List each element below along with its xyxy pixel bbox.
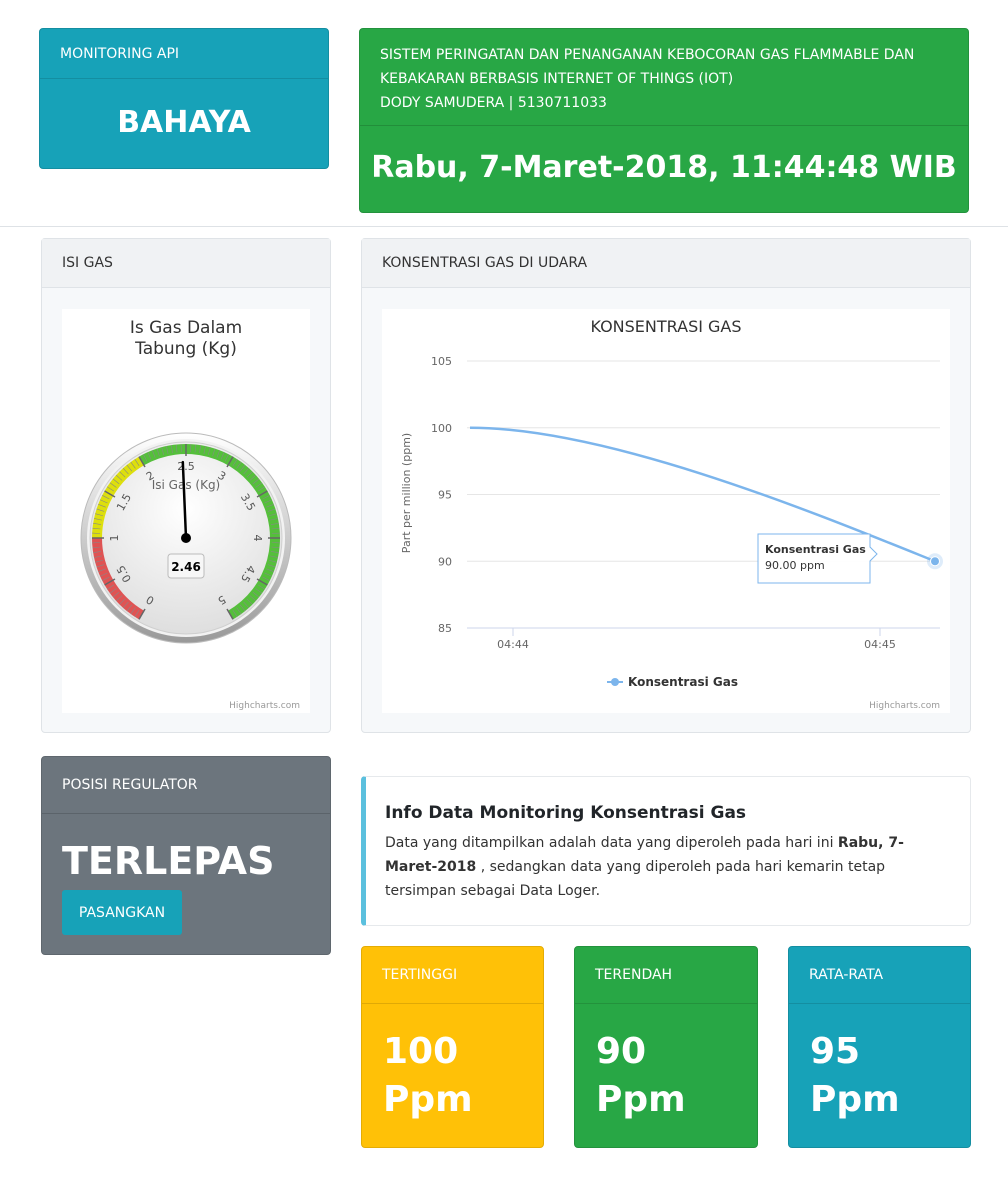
system-title-line-1: SISTEM PERINGATAN DAN PENANGANAN KEBOCOR… [380,47,915,63]
monitoring-api-header: MONITORING API [40,29,328,79]
author-line: DODY SAMUDERA | 5130711033 [380,95,607,111]
tooltip-value: 90.00 ppm [765,559,825,572]
info-callout: Info Data Monitoring Konsentrasi Gas Dat… [361,776,971,926]
gauge-tick-label: 1 [108,535,121,542]
konsentrasi-header: KONSENTRASI GAS DI UDARA [362,239,970,288]
stat-rata-rata-value: 95 [810,1031,861,1072]
monitoring-api-card: MONITORING API BAHAYA [39,28,329,169]
stat-tertinggi-card: TERTINGGI 100 Ppm [361,946,544,1148]
line-grid: 85 90 95 100 105 04:44 04:45 [431,355,940,651]
gauge-chart: Is Gas Dalam Tabung (Kg) 00.511.522.533.… [80,318,300,711]
stat-terendah-unit: Ppm [596,1079,686,1120]
current-datetime: Rabu, 7-Maret-2018, 11:44:48 WIB [371,150,957,185]
gauge-series-label: Isi Gas (Kg) [152,478,221,492]
chart-tooltip: Konsentrasi Gas 90.00 ppm [757,533,878,584]
legend-label[interactable]: Konsentrasi Gas [628,675,738,689]
y-tick-label: 90 [438,555,452,568]
x-tick-label: 04:45 [864,638,896,651]
regulator-header: POSISI REGULATOR [42,757,330,814]
system-title-line-2: KEBAKARAN BERBASIS INTERNET OF THINGS (I… [380,71,734,87]
gauge-credit[interactable]: Highcharts.com [229,701,300,711]
y-tick-label: 105 [431,355,452,368]
system-title-card: SISTEM PERINGATAN DAN PENANGANAN KEBOCOR… [359,28,969,213]
stat-rata-rata-card: RATA-RATA 95 Ppm [788,946,971,1148]
line-credit[interactable]: Highcharts.com [869,701,940,711]
regulator-card: POSISI REGULATOR TERLEPAS PASANGKAN [41,756,331,955]
line-chart-container: KONSENTRASI GAS 85 90 95 100 105 04:44 04:45 P… [382,309,950,713]
stat-rata-rata-unit: Ppm [810,1079,900,1120]
gauge-title-line-2: Tabung (Kg) [134,339,237,359]
stat-rata-rata-header: RATA-RATA [789,947,970,1004]
stat-terendah-value: 90 [596,1031,647,1072]
y-tick-label: 85 [438,622,452,635]
stat-terendah-value-block: 90 Ppm [575,1004,757,1124]
stat-rata-rata-value-block: 95 Ppm [789,1004,970,1124]
section-divider [0,226,1008,227]
info-title: Info Data Monitoring Konsentrasi Gas [385,803,747,823]
pasangkan-button[interactable]: PASANGKAN [62,890,182,935]
x-tick-label: 04:44 [497,638,529,651]
stat-tertinggi-header: TERTINGGI [362,947,543,1004]
info-text-start: Data yang ditampilkan adalah data yang d… [385,835,838,851]
gauge-value-label: 2.46 [171,560,201,574]
series-point[interactable] [930,556,940,567]
gauge-tick-label: 2.5 [177,460,195,473]
line-chart: KONSENTRASI GAS 85 90 95 100 105 04:44 04:45 P… [400,317,943,711]
gauge-title-line-1: Is Gas Dalam [130,318,242,338]
tooltip-title: Konsentrasi Gas [765,543,866,556]
regulator-status: TERLEPAS [62,839,275,883]
line-chart-title: KONSENTRASI GAS [590,317,741,336]
stat-tertinggi-unit: Ppm [383,1079,473,1120]
gauge-pivot [181,533,191,543]
stat-terendah-card: TERENDAH 90 Ppm [574,946,758,1148]
isi-gas-panel: ISI GAS Is Gas Dalam Tabung (Kg) 0 0.5 1 1.… [41,238,331,733]
monitoring-api-status: BAHAYA [117,105,251,140]
konsentrasi-panel: KONSENTRASI GAS DI UDARA KONSENTRASI GAS… [361,238,971,733]
system-title-lines: SISTEM PERINGATAN DAN PENANGANAN KEBOCOR… [360,29,968,126]
gauge-tick-label: 4 [251,535,264,542]
stat-tertinggi-value-block: 100 Ppm [362,1004,543,1124]
chart-legend[interactable]: Konsentrasi Gas [607,675,738,689]
y-tick-label: 95 [438,489,452,502]
y-tick-label: 100 [431,422,452,435]
stat-tertinggi-value: 100 [383,1031,459,1072]
info-text: Data yang ditampilkan adalah data yang d… [385,831,950,903]
stat-terendah-header: TERENDAH [575,947,757,1004]
y-axis-label: Part per million (ppm) [400,433,413,553]
gauge-chart-container: Is Gas Dalam Tabung (Kg) 0 0.5 1 1.5 2 2.5 3 3.… [62,309,310,713]
legend-point-symbol [611,678,619,686]
isi-gas-header: ISI GAS [42,239,330,288]
